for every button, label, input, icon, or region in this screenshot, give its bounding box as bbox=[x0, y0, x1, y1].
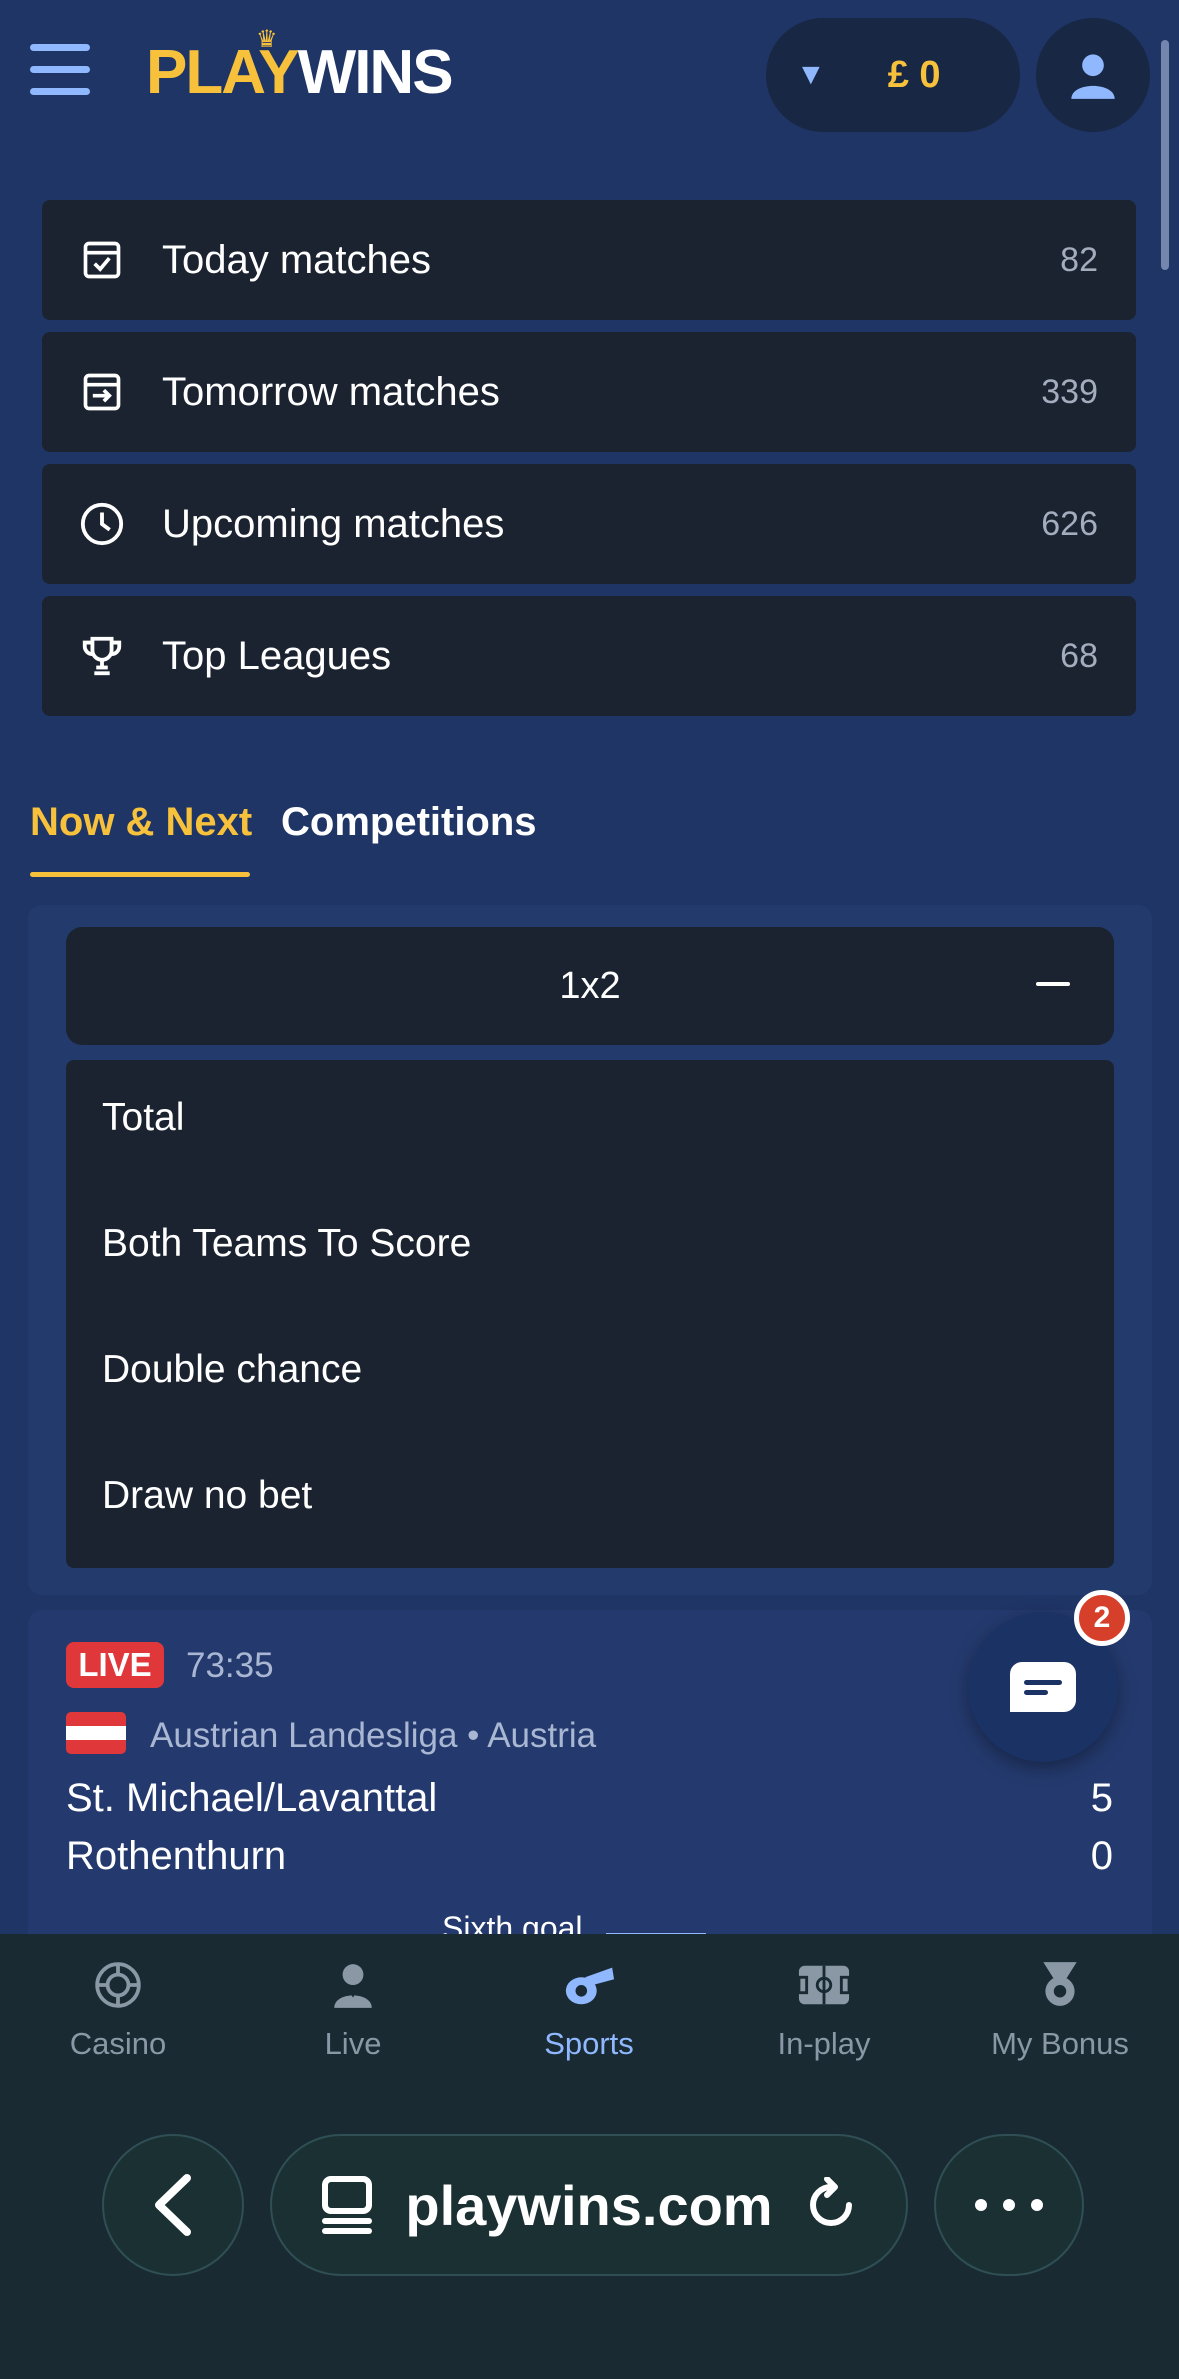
medal-icon bbox=[1033, 1958, 1087, 2012]
away-team: Rothenthurn bbox=[66, 1834, 287, 1878]
menu-today-matches[interactable]: Today matches 82 bbox=[42, 200, 1136, 320]
nav-my-bonus[interactable]: My Bonus bbox=[960, 1958, 1160, 2062]
menu-count: 339 bbox=[1041, 372, 1098, 411]
market-dropdown: Total Both Teams To Score Double chance … bbox=[66, 1060, 1114, 1568]
menu-label: Top Leagues bbox=[162, 633, 392, 678]
market-option-total[interactable]: Total bbox=[102, 1096, 184, 1140]
browser-back-button[interactable] bbox=[102, 2134, 244, 2276]
balance-button[interactable]: ▼ £ 0 bbox=[766, 18, 1020, 132]
playwins-logo[interactable]: ♛ PLAYWINS bbox=[146, 28, 454, 104]
hamburger-menu-icon[interactable] bbox=[30, 44, 92, 106]
browser-more-button[interactable] bbox=[934, 2134, 1084, 2276]
calendar-arrow-icon bbox=[72, 362, 132, 422]
menu-label: Today matches bbox=[162, 237, 432, 282]
market-selector[interactable]: 1x2 bbox=[66, 927, 1114, 1045]
dealer-icon bbox=[326, 1958, 380, 2012]
user-icon bbox=[1071, 54, 1115, 99]
nav-in-play[interactable]: In-play bbox=[724, 1958, 924, 2062]
header: ♛ PLAYWINS ▼ £ 0 bbox=[0, 0, 1179, 175]
calendar-check-icon bbox=[72, 230, 132, 290]
chat-bubble-icon bbox=[1010, 1662, 1076, 1712]
nav-sports[interactable]: Sports bbox=[489, 1958, 689, 2062]
menu-label: Tomorrow matches bbox=[162, 369, 500, 414]
roulette-icon bbox=[91, 1958, 145, 2012]
menu-count: 82 bbox=[1060, 240, 1098, 279]
away-score: 0 bbox=[1090, 1834, 1113, 1878]
league-name: Austrian Landesliga • Austria bbox=[150, 1716, 597, 1755]
browser-address-bar[interactable]: playwins.com bbox=[270, 2134, 908, 2276]
market-option-draw-no-bet[interactable]: Draw no bet bbox=[102, 1474, 312, 1518]
nav-label: Sports bbox=[544, 2026, 634, 2061]
balance-amount: £ 0 bbox=[887, 53, 941, 96]
collapse-minus-icon[interactable] bbox=[1036, 982, 1070, 986]
trophy-icon bbox=[72, 626, 132, 686]
tab-active-indicator bbox=[30, 872, 250, 877]
chat-unread-badge: 2 bbox=[1074, 1590, 1130, 1646]
page-scrollbar[interactable] bbox=[1161, 40, 1169, 270]
whistle-icon bbox=[562, 1958, 616, 2012]
menu-count: 68 bbox=[1060, 636, 1098, 675]
nav-live[interactable]: Live bbox=[253, 1958, 453, 2062]
clock-icon bbox=[72, 494, 132, 554]
menu-tomorrow-matches[interactable]: Tomorrow matches 339 bbox=[42, 332, 1136, 452]
nav-label: In-play bbox=[777, 2026, 871, 2061]
site-tabs-icon bbox=[322, 2176, 373, 2234]
nav-label: Casino bbox=[69, 2026, 167, 2061]
reload-icon[interactable] bbox=[803, 2177, 859, 2233]
menu-label: Upcoming matches bbox=[162, 501, 505, 546]
menu-count: 626 bbox=[1041, 504, 1098, 543]
home-team: St. Michael/Lavanttal bbox=[66, 1776, 438, 1820]
caret-down-icon: ▼ bbox=[796, 58, 826, 91]
more-dots-icon bbox=[975, 2199, 1043, 2211]
menu-upcoming-matches[interactable]: Upcoming matches 626 bbox=[42, 464, 1136, 584]
football-pitch-icon bbox=[797, 1958, 851, 2012]
match-time: 73:35 bbox=[186, 1646, 274, 1685]
tab-competitions[interactable]: Competitions bbox=[281, 800, 537, 845]
austria-flag-icon bbox=[66, 1712, 126, 1754]
nav-label: My Bonus bbox=[991, 2026, 1129, 2061]
browser-url: playwins.com bbox=[405, 2173, 773, 2237]
market-option-double-chance[interactable]: Double chance bbox=[102, 1348, 362, 1392]
live-badge: LIVE bbox=[66, 1642, 164, 1688]
market-selected-label: 1x2 bbox=[559, 964, 621, 1007]
menu-top-leagues[interactable]: Top Leagues 68 bbox=[42, 596, 1136, 716]
crown-icon: ♛ bbox=[256, 26, 277, 53]
chevron-left-icon bbox=[155, 2174, 191, 2236]
user-account-button[interactable] bbox=[1036, 18, 1150, 132]
market-option-btts[interactable]: Both Teams To Score bbox=[102, 1222, 471, 1266]
home-score: 5 bbox=[1090, 1776, 1113, 1820]
nav-label: Live bbox=[324, 2026, 382, 2061]
nav-casino[interactable]: Casino bbox=[18, 1958, 218, 2062]
tab-now-next[interactable]: Now & Next bbox=[30, 800, 252, 845]
